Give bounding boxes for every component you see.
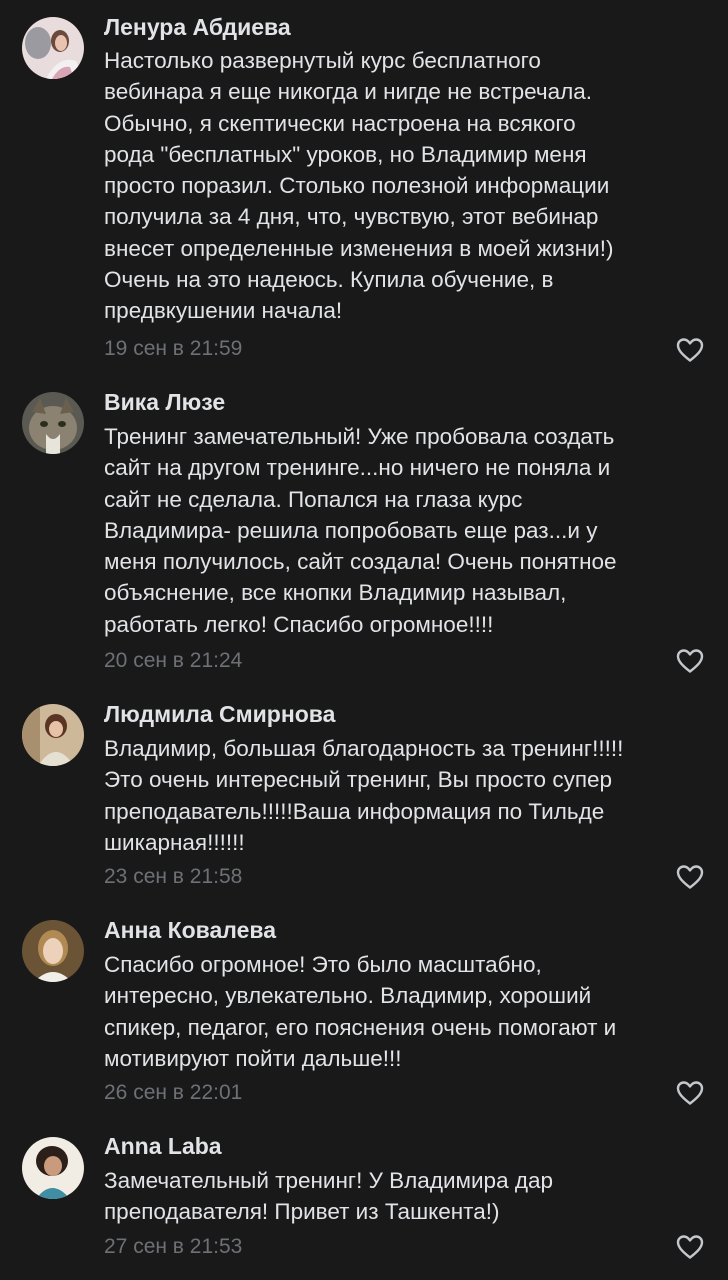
heart-outline-icon[interactable] — [676, 1080, 704, 1106]
heart-outline-icon[interactable] — [676, 648, 704, 674]
comment-date[interactable]: 27 сен в 21:53 — [104, 1234, 242, 1260]
comment-text-line: рода "бесплатных" уроков, но Владимир ме… — [104, 141, 587, 167]
comment-text-line: объяснение, все кнопки Владимир называл, — [104, 580, 567, 606]
comment-text-line: спикер, педагог, его пояснения очень пом… — [104, 1014, 617, 1040]
comment-author[interactable]: Людмила Смирнова — [104, 700, 335, 728]
comment-text-line: Тренинг замечательный! Уже пробовала соз… — [104, 424, 615, 449]
comment-author[interactable]: Ленура Абдиева — [104, 13, 291, 41]
avatar[interactable] — [22, 17, 84, 79]
comment-text-line: сайт на другом тренинге...но ничего не п… — [104, 455, 611, 481]
comment-text-line: мотивируют пойти дальше!!! — [104, 1045, 402, 1071]
comment-author[interactable]: Анна Ковалева — [104, 916, 276, 944]
comment-date[interactable]: 26 сен в 22:01 — [104, 1080, 242, 1106]
comment-text-line: внесет определенные изменения в моей жиз… — [104, 235, 614, 261]
avatar[interactable] — [22, 704, 84, 766]
comment-text-line: меня получилось, сайт создала! Очень пон… — [104, 549, 617, 575]
comment-text-line: предвкушении начала! — [104, 298, 343, 324]
comment-text: Спасибо огромное! Это было масштабно, ин… — [104, 949, 704, 1074]
comment-text-line: сайт не сделала. Попался на глаза курс — [104, 486, 523, 512]
comment-text-line: Владимира- решила попробовать еще раз...… — [104, 517, 598, 543]
comment-author[interactable]: Anna Laba — [104, 1132, 222, 1160]
heart-outline-icon[interactable] — [676, 337, 704, 363]
comment-text-line: Замечательный тренинг! У Владимира дар — [104, 1168, 553, 1193]
comment-text: Владимир, большая благодарность за трени… — [104, 733, 704, 858]
comment-date[interactable]: 23 сен в 21:58 — [104, 864, 242, 890]
comment-text: Настолько развернутый курс бесплатного в… — [104, 45, 704, 327]
comment-text-line: Настолько развернутый курс бесплатного — [104, 48, 541, 73]
comment-text: Замечательный тренинг! У Владимира дар п… — [104, 1165, 704, 1228]
comment-text: Тренинг замечательный! Уже пробовала соз… — [104, 421, 704, 640]
avatar[interactable] — [22, 920, 84, 982]
comment-author[interactable]: Вика Люзе — [104, 388, 225, 416]
comment-text-line: Владимир, большая благодарность за трени… — [104, 736, 624, 761]
comment-text-line: получила за 4 дня, что, чувствую, этот в… — [104, 204, 599, 230]
comment-text-line: шикарная!!!!!! — [104, 829, 245, 855]
comment-text-line: преподаватель!!!!!Ваша информация по Тил… — [104, 798, 605, 824]
comment-text-line: Обычно, я скептически настроена на всяко… — [104, 110, 576, 136]
comment-text-line: работать легко! Спасибо огромное!!!! — [104, 611, 494, 637]
comment-date[interactable]: 19 сен в 21:59 — [104, 336, 242, 362]
heart-outline-icon[interactable] — [676, 1234, 704, 1260]
comment-text-line: преподавателя! Привет из Ташкента!) — [104, 1199, 500, 1225]
comment-date[interactable]: 20 сен в 21:24 — [104, 648, 242, 674]
comment-text-line: Спасибо огромное! Это было масштабно, — [104, 952, 542, 977]
comment-text-line: интересно, увлекательно. Владимир, хорош… — [104, 983, 592, 1009]
comment-text-line: Очень на это надеюсь. Купила обучение, в — [104, 267, 554, 293]
avatar[interactable] — [22, 392, 84, 454]
heart-outline-icon[interactable] — [676, 864, 704, 890]
comment-text-line: просто поразил. Столько полезной информа… — [104, 173, 610, 199]
comment-text-line: Это очень интересный тренинг, Вы просто … — [104, 767, 613, 793]
avatar[interactable] — [22, 1137, 84, 1199]
comment-text-line: вебинара я еще никогда и нигде не встреч… — [104, 79, 593, 105]
